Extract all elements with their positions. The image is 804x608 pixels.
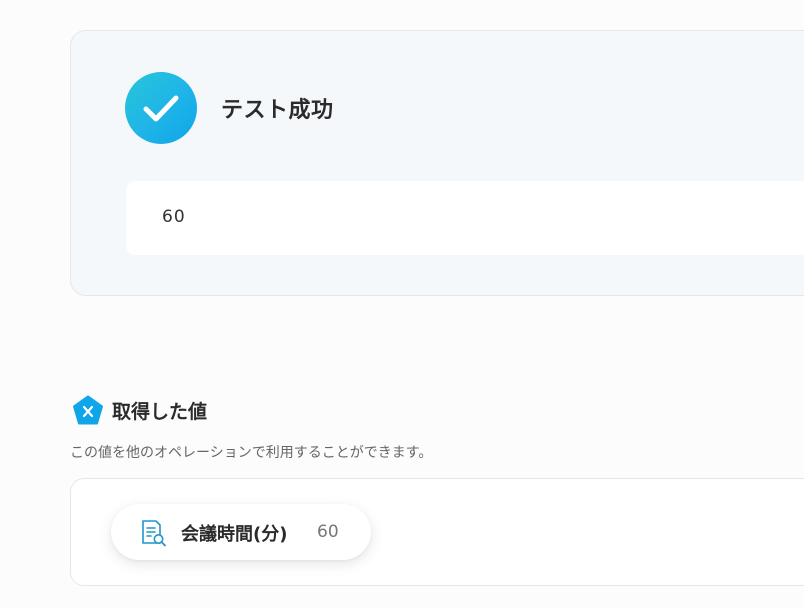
section-description: この値を他のオペレーションで利用することができます。 xyxy=(70,445,433,461)
section-title: 取得した値 xyxy=(112,401,208,423)
test-success-title: テスト成功 xyxy=(221,98,334,123)
document-search-icon xyxy=(139,518,169,548)
x-pentagon-icon xyxy=(72,395,104,425)
result-value: 60 xyxy=(162,207,186,227)
test-result-card: テスト成功 60 xyxy=(70,30,804,296)
chip-label: 会議時間(分) xyxy=(181,524,288,545)
checkmark-icon xyxy=(125,72,197,144)
retrieved-value-chip[interactable]: 会議時間(分) 60 xyxy=(111,504,371,560)
chip-value: 60 xyxy=(317,522,339,542)
result-value-box: 60 xyxy=(126,181,804,255)
page: テスト成功 60 取得した値 この値を他のオペレーションで利用することができます… xyxy=(0,0,804,608)
retrieved-values-card: 会議時間(分) 60 xyxy=(70,478,804,586)
